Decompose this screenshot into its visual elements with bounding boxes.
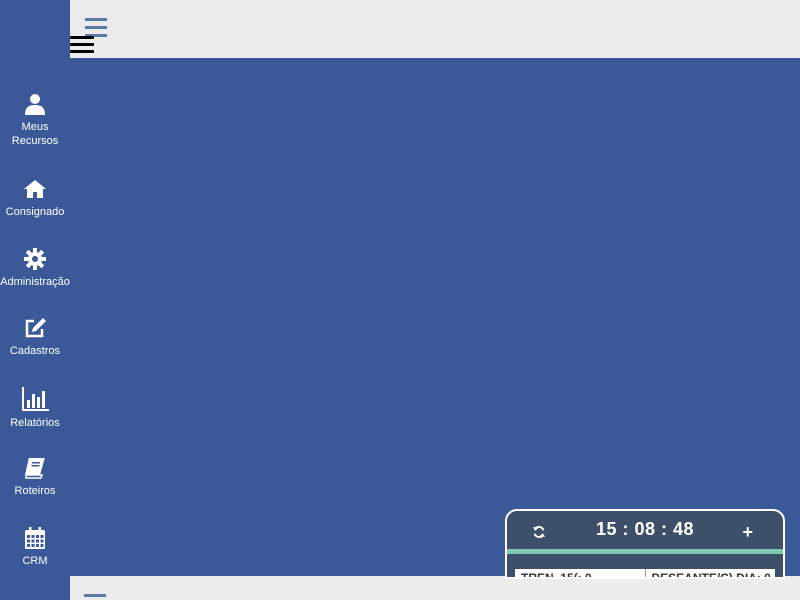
stat-item: TREN. 15(: 0 [515, 569, 646, 577]
bottom-header [70, 576, 800, 600]
book-icon [25, 458, 45, 479]
clock-header: 15 : 08 : 48 + [507, 511, 783, 549]
sidebar-item-relatorios[interactable]: Relatórios [0, 386, 70, 430]
sidebar-item-meus-recursos[interactable]: Meus Recursos [0, 92, 70, 148]
clock-widget: 15 : 08 : 48 + TREN. 15(: 0 DESEANTE/C) … [505, 509, 785, 579]
edit-icon [25, 318, 46, 338]
menu-toggle-icon[interactable] [85, 18, 107, 38]
sidebar-item-roteiros[interactable]: Roteiros [0, 456, 70, 498]
sidebar-item-crm[interactable]: CRM [0, 526, 70, 568]
sidebar-item-label: Relatórios [10, 417, 60, 429]
plus-icon[interactable]: + [742, 522, 753, 543]
home-icon [24, 180, 46, 198]
sidebar-item-cadastros[interactable]: Cadastros [0, 316, 70, 358]
user-icon [25, 94, 45, 115]
bar-chart-icon [22, 387, 49, 411]
hamburger-menu-icon[interactable] [70, 36, 94, 56]
gear-icon [24, 248, 46, 270]
sidebar-item-administracao[interactable]: Administração [0, 247, 70, 289]
clock-stats: TREN. 15(: 0 DESEANTE/C) DIA: 0 [515, 569, 775, 579]
calendar-icon [25, 527, 45, 549]
sidebar-item-label: Meus Recursos [11, 121, 59, 147]
top-header [70, 0, 800, 58]
menu-toggle-icon[interactable] [84, 594, 106, 597]
sidebar-item-label: Roteiros [14, 485, 56, 497]
sidebar-item-label: Administração [0, 276, 70, 288]
sidebar-item-label: Consignado [5, 206, 65, 218]
sidebar: Meus Recursos Consignado Administração C… [0, 0, 70, 600]
sidebar-item-label: Cadastros [9, 345, 61, 357]
sidebar-item-label: CRM [22, 555, 48, 567]
stat-item: DESEANTE/C) DIA: 0 [651, 571, 771, 579]
sidebar-item-consignado[interactable]: Consignado [0, 177, 70, 219]
clock-accent-bar [507, 549, 783, 554]
